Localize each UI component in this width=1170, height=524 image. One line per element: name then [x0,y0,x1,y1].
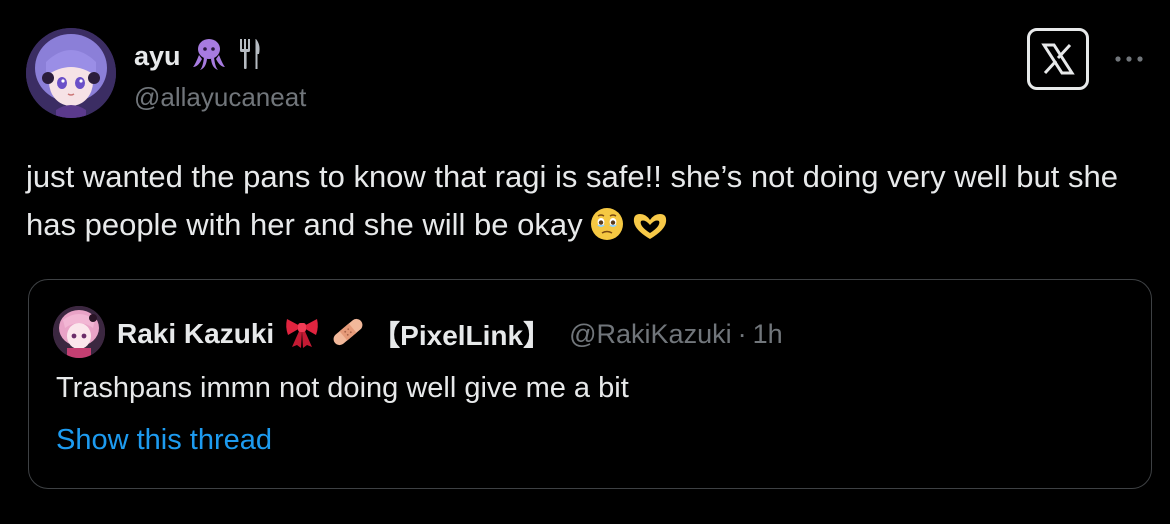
x-logo-icon[interactable] [1027,28,1089,90]
holding-back-tears-emoji-icon [589,206,625,256]
quoted-display-name[interactable]: Raki Kazuki [117,318,274,350]
octopus-emoji-icon [191,37,227,76]
ribbon-emoji-icon [284,315,320,354]
bandage-emoji-icon [330,315,366,354]
quoted-tweet-text: Trashpans immn not doing well give me a … [56,372,629,404]
quoted-handle[interactable]: @RakiKazuki [569,319,731,350]
author-display-name[interactable]: ayu [134,41,181,72]
author-handle[interactable]: @allayucaneat [134,82,306,113]
quoted-author-row[interactable]: Raki Kazuki 【PixelLink】 @RakiKazuki · 1h [117,314,783,354]
heart-hands-emoji-icon [631,208,669,256]
quoted-name-tag: 【PixelLink】 [372,320,552,351]
separator-dot: · [737,318,747,349]
author-name-row[interactable]: ayu [134,36,263,76]
tweet-text: just wanted the pans to know that ragi i… [26,153,1136,256]
quoted-timestamp[interactable]: 1h [753,319,783,350]
show-thread-link[interactable]: Show this thread [56,424,272,457]
fork-knife-icon [237,37,263,76]
tweet-body: just wanted the pans to know that ragi i… [26,159,1118,242]
more-options-icon[interactable] [1112,42,1146,76]
quoted-author-avatar[interactable] [53,306,105,358]
tweet-header: ayu @allayucaneat [26,28,1146,120]
author-avatar[interactable] [26,28,116,118]
quoted-tweet-card[interactable]: Raki Kazuki 【PixelLink】 @RakiKazuki · 1h… [28,279,1152,489]
